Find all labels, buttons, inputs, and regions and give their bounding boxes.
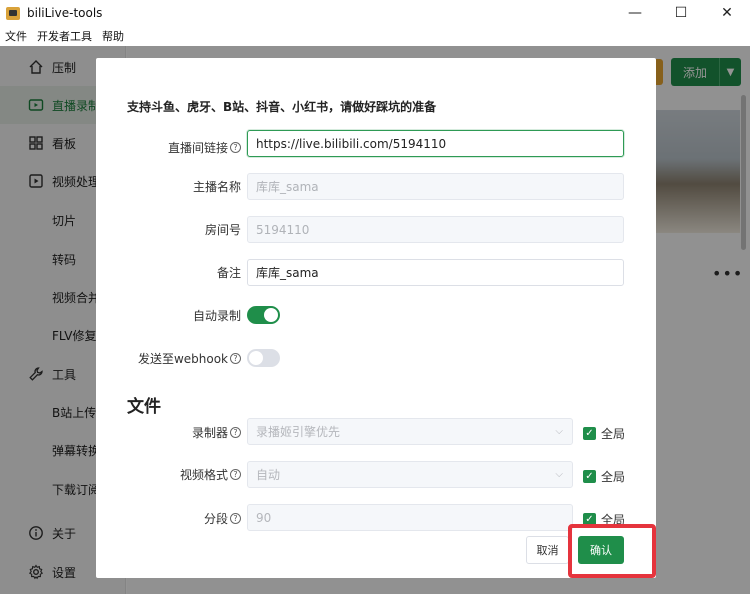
menu-bar: 文件 开发者工具 帮助 — [0, 26, 750, 46]
help-icon[interactable]: ? — [230, 513, 241, 524]
room-id-input: 5194110 — [247, 216, 624, 243]
segment-label: 分段 ? — [121, 505, 241, 532]
format-label-text: 视频格式 — [179, 468, 228, 482]
help-icon[interactable]: ? — [230, 352, 241, 364]
live-url-label: 直播间链接 ? — [121, 134, 241, 161]
remark-label: 备注 — [216, 266, 241, 280]
chevron-down-icon: ⌵ — [555, 469, 563, 480]
help-icon[interactable]: ? — [230, 427, 241, 438]
title-bar: biliLive-tools — ☐ ✕ — [0, 0, 750, 26]
format-label: 视频格式 ? — [121, 461, 241, 488]
segment-value: 90 — [256, 510, 272, 525]
recorder-select[interactable]: 录播姬引擎优先 ⌵ — [247, 418, 573, 445]
check-icon: ✓ — [583, 427, 596, 440]
app-logo-icon — [6, 6, 20, 20]
minimize-button[interactable]: — — [612, 0, 658, 26]
dialog-heading: 支持斗鱼、虎牙、B站、抖音、小红书，请做好踩坑的准备 — [127, 100, 437, 114]
section-file-title: 文件 — [127, 397, 161, 417]
room-id-label: 房间号 — [204, 223, 241, 237]
toggle-knob — [264, 308, 278, 322]
auto-record-label: 自动录制 — [192, 308, 241, 323]
remark-input[interactable]: 库库_sama — [247, 259, 624, 286]
format-select-value: 自动 — [256, 468, 281, 482]
webhook-label-text: 发送至webhook — [137, 351, 228, 366]
cancel-button[interactable]: 取消 — [526, 536, 569, 564]
recorder-global-checkbox[interactable]: ✓ 全局 — [583, 425, 625, 442]
maximize-button[interactable]: ☐ — [658, 0, 704, 26]
help-icon[interactable]: ? — [230, 469, 241, 480]
segment-label-text: 分段 — [203, 512, 228, 526]
help-icon[interactable]: ? — [230, 142, 241, 153]
live-url-input[interactable]: https://live.bilibili.com/5194110 — [247, 130, 624, 157]
menu-file[interactable]: 文件 — [0, 28, 32, 44]
menu-devtools[interactable]: 开发者工具 — [32, 28, 97, 44]
confirm-highlight-box — [568, 524, 656, 578]
auto-record-toggle[interactable] — [247, 306, 280, 324]
close-button[interactable]: ✕ — [704, 0, 750, 26]
live-url-label-text: 直播间链接 — [167, 141, 228, 155]
global-label: 全局 — [601, 470, 626, 484]
window-title: biliLive-tools — [27, 6, 103, 20]
format-select[interactable]: 自动 ⌵ — [247, 461, 573, 488]
add-room-dialog: 支持斗鱼、虎牙、B站、抖音、小红书，请做好踩坑的准备 直播间链接 ? https… — [96, 58, 656, 578]
recorder-label-text: 录制器 — [191, 426, 228, 440]
recorder-select-value: 录播姬引擎优先 — [256, 425, 341, 439]
check-icon: ✓ — [583, 470, 596, 483]
webhook-label: 发送至webhook ? — [121, 349, 241, 367]
menu-help[interactable]: 帮助 — [97, 28, 129, 44]
toggle-knob — [249, 351, 263, 365]
streamer-input: 库库_sama — [247, 173, 624, 200]
webhook-toggle[interactable] — [247, 349, 280, 367]
format-global-checkbox[interactable]: ✓ 全局 — [583, 468, 625, 485]
streamer-label: 主播名称 — [192, 180, 241, 194]
recorder-label: 录制器 ? — [121, 419, 241, 446]
global-label: 全局 — [601, 427, 626, 441]
window-controls: — ☐ ✕ — [612, 0, 750, 26]
chevron-down-icon: ⌵ — [555, 426, 563, 437]
segment-input[interactable]: 90 — [247, 504, 573, 531]
